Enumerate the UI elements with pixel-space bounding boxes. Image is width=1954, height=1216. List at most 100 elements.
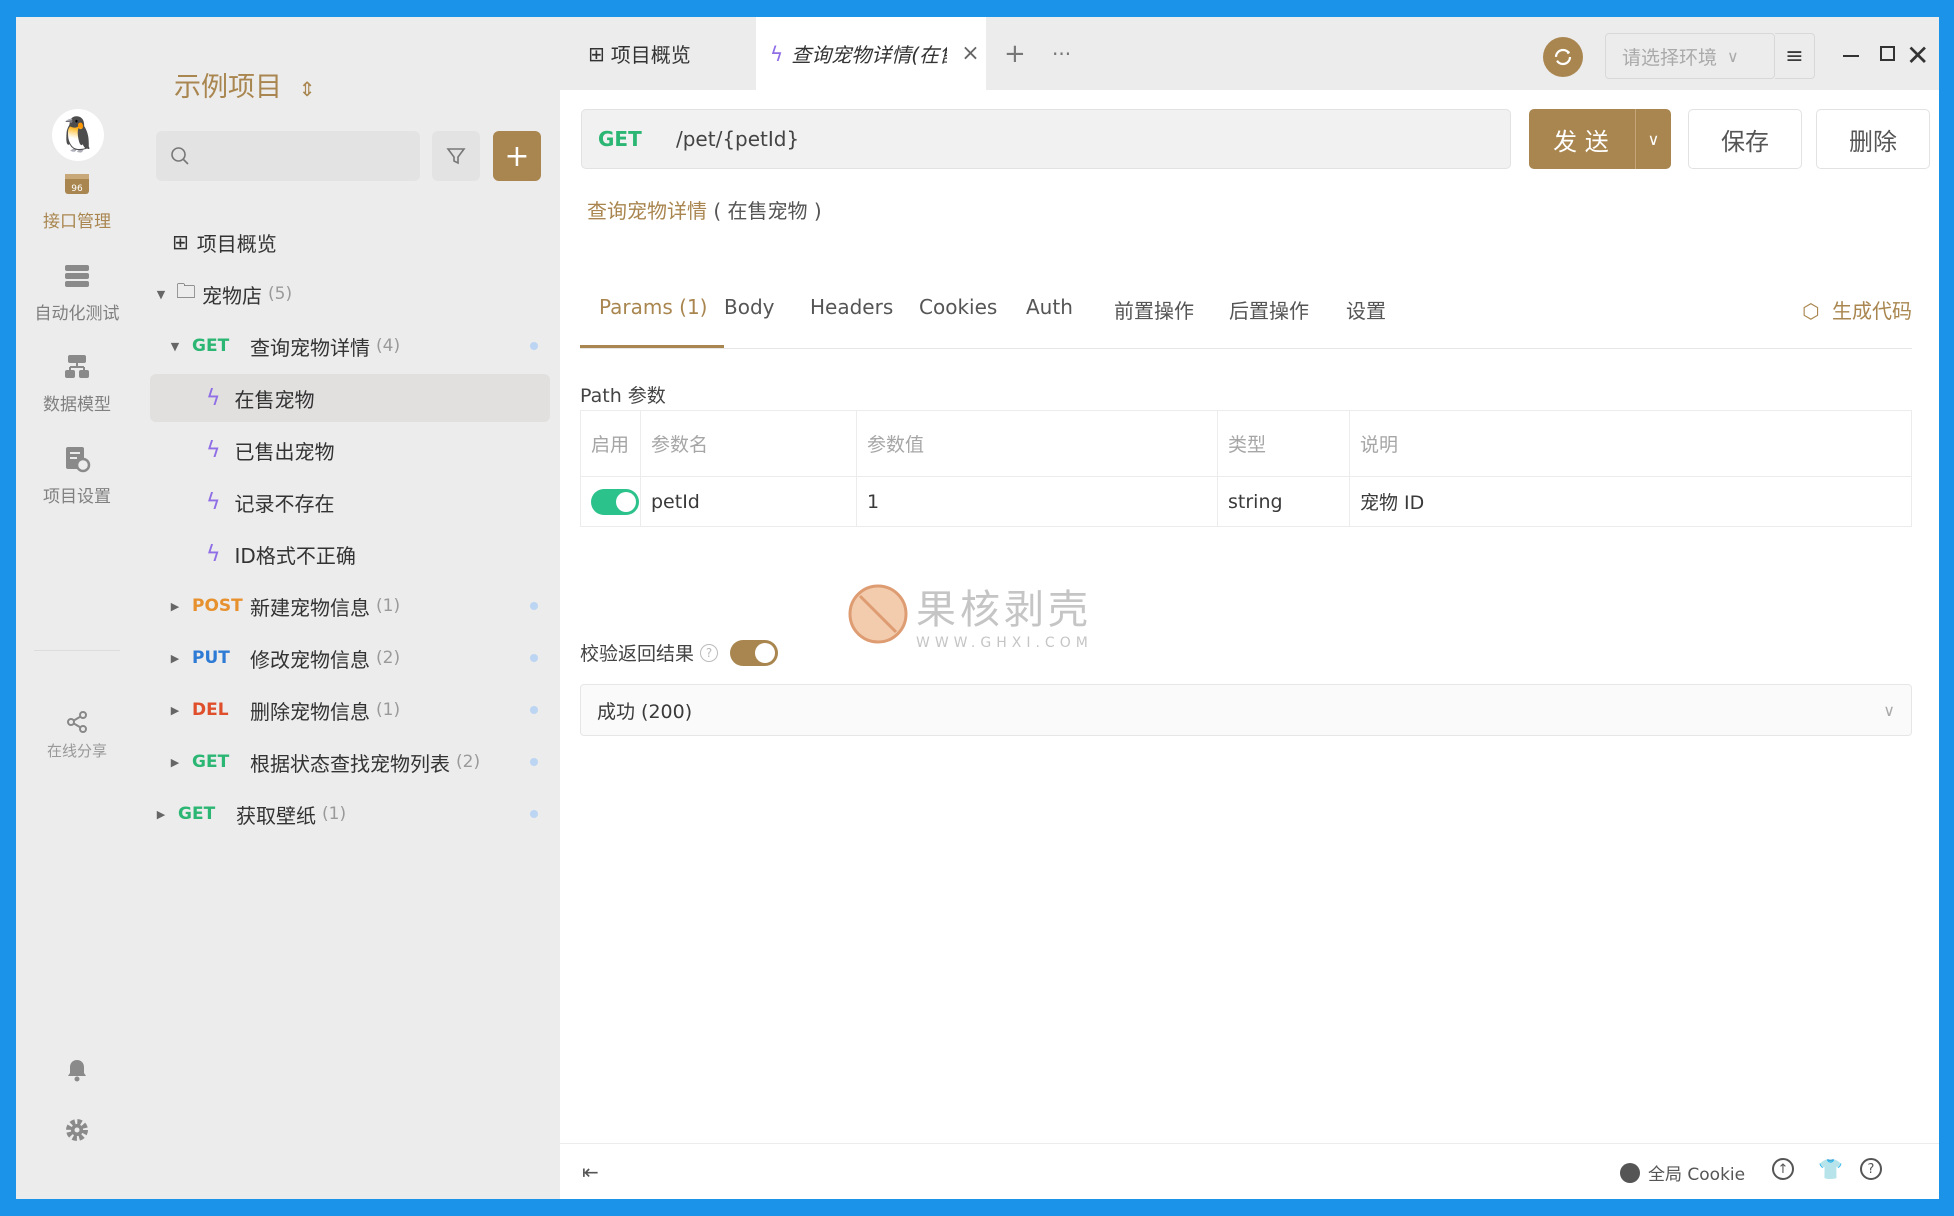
env-select[interactable]: 请选择环境 ∨	[1605, 33, 1775, 79]
cell-value[interactable]: 1	[856, 476, 1218, 527]
rail-item-automation[interactable]: 自动化测试	[16, 261, 138, 324]
caret-right-icon: ▶	[170, 703, 180, 717]
help-icon[interactable]: ?	[700, 643, 719, 662]
response-select[interactable]: 成功 (200) ∨	[580, 684, 1912, 736]
global-cookie-button[interactable]: 全局 Cookie	[1620, 1160, 1745, 1185]
url-input[interactable]: /pet/{petId}	[676, 127, 799, 151]
tab-bar: ⊞ 项目概览 ϟ 查询宠物详情(在售宠 × + ··· 请选择环境 ∨ ≡ ✕	[560, 17, 1939, 90]
tree-item-overview[interactable]: ⊞ 项目概览	[150, 218, 550, 266]
search-input[interactable]	[156, 131, 420, 181]
search-icon	[171, 147, 189, 165]
rail-item-data-model[interactable]: 数据模型	[16, 352, 138, 415]
tree-item-del-pet[interactable]: ▶ DEL 删除宠物信息 (1)	[150, 686, 550, 734]
delete-button[interactable]: 删除	[1816, 109, 1930, 169]
caret-right-icon: ▶	[170, 651, 180, 665]
avatar[interactable]: 🐧	[52, 109, 104, 161]
col-desc: 说明	[1349, 410, 1912, 477]
tree-item-put-pet[interactable]: ▶ PUT 修改宠物信息 (2)	[150, 634, 550, 682]
project-switcher[interactable]: 示例项目 ⇕	[174, 65, 315, 104]
caret-right-icon: ▶	[170, 599, 180, 613]
tree-case-sold[interactable]: ϟ 已售出宠物	[150, 426, 550, 474]
tree-item-post-pet[interactable]: ▶ POST 新建宠物信息 (1)	[150, 582, 550, 630]
sync-button[interactable]	[1543, 37, 1583, 77]
col-value: 参数值	[856, 410, 1218, 477]
env-menu-button[interactable]: ≡	[1775, 33, 1815, 79]
tab-settings[interactable]: 设置	[1346, 295, 1386, 324]
status-dot	[530, 342, 538, 350]
rail-item-project-settings[interactable]: 项目设置	[16, 444, 138, 507]
lightning-icon: ϟ	[206, 437, 221, 463]
help-circle-icon[interactable]: ?	[1860, 1158, 1882, 1180]
save-button[interactable]: 保存	[1688, 109, 1802, 169]
rail-item-share[interactable]: 在线分享	[16, 710, 138, 761]
main-panel: ⊞ 项目概览 ϟ 查询宠物详情(在售宠 × + ··· 请选择环境 ∨ ≡ ✕	[560, 17, 1939, 1199]
watermark: 果核剥壳 WWW.GHXI.COM	[846, 577, 1093, 651]
automation-icon	[65, 265, 89, 287]
path-params-table: 启用 参数名 参数值 类型 说明 petId 1 string 宠物 ID	[580, 410, 1912, 527]
minimize-button[interactable]	[1843, 55, 1859, 57]
tab-params[interactable]: Params (1)	[599, 295, 708, 319]
rail-item-api-manage[interactable]: 96 接口管理	[16, 169, 138, 232]
enable-toggle[interactable]	[591, 488, 639, 515]
cell-desc[interactable]: 宠物 ID	[1349, 476, 1912, 527]
tree-case-not-found[interactable]: ϟ 记录不存在	[150, 478, 550, 526]
new-tab-button[interactable]: +	[1004, 17, 1026, 90]
gear-icon[interactable]	[64, 1117, 90, 1143]
nav-rail: 🐧 96 接口管理 自动化测试 数据模型 项目设置 在线分享	[16, 17, 138, 1199]
tab-post-ops[interactable]: 后置操作	[1229, 295, 1309, 324]
tab-pre-ops[interactable]: 前置操作	[1114, 295, 1194, 324]
bell-icon[interactable]	[64, 1057, 90, 1083]
share-icon	[67, 711, 87, 733]
caret-down-icon: ▼	[170, 339, 180, 353]
tab-headers[interactable]: Headers	[810, 295, 893, 319]
tab-auth[interactable]: Auth	[1026, 295, 1073, 319]
data-model-icon	[65, 355, 89, 378]
updown-icon: ⇕	[298, 77, 316, 101]
lightning-icon: ϟ	[770, 41, 784, 66]
method-select[interactable]: GET	[598, 127, 676, 151]
filter-button[interactable]	[432, 131, 480, 181]
caret-down-icon: ▼	[156, 287, 166, 301]
tree-case-bad-id[interactable]: ϟ ID格式不正确	[150, 530, 550, 578]
lightning-icon: ϟ	[206, 489, 221, 515]
tree-case-on-sale[interactable]: ϟ 在售宠物	[150, 374, 550, 422]
validate-row: 校验返回结果 ?	[580, 639, 779, 666]
tree-item-find-by-status[interactable]: ▶ GET 根据状态查找宠物列表 (2)	[150, 738, 550, 786]
grid-icon: ⊞	[588, 41, 605, 66]
app-window: 🐧 96 接口管理 自动化测试 数据模型 项目设置 在线分享 示例项目 ⇕ + …	[16, 17, 1939, 1199]
upload-icon[interactable]: ↑	[1772, 1158, 1794, 1180]
tree-item-get-wallpaper[interactable]: ▶ GET 获取壁纸 (1)	[150, 790, 550, 838]
cell-type[interactable]: string	[1217, 476, 1350, 527]
api-name-link[interactable]: 查询宠物详情	[587, 199, 707, 223]
lightning-icon: ϟ	[206, 385, 221, 411]
close-icon[interactable]: ×	[961, 41, 979, 66]
maximize-button[interactable]	[1880, 46, 1895, 61]
cell-name[interactable]: petId	[640, 476, 857, 527]
caret-right-icon: ▶	[156, 807, 166, 821]
menu-icon: ≡	[1785, 43, 1804, 69]
collapse-panel-icon[interactable]: ⇤	[582, 1160, 599, 1184]
table-row: petId 1 string 宠物 ID	[580, 476, 1912, 527]
col-type: 类型	[1217, 410, 1350, 477]
tree-folder-petstore[interactable]: ▼ 🗀 宠物店 (5)	[150, 270, 550, 318]
lightning-icon: ϟ	[206, 541, 221, 567]
tab-cookies[interactable]: Cookies	[919, 295, 997, 319]
more-tabs-button[interactable]: ···	[1052, 17, 1071, 90]
close-window-button[interactable]: ✕	[1906, 39, 1929, 72]
shirt-icon[interactable]: 👕	[1818, 1157, 1843, 1181]
caret-right-icon: ▶	[170, 755, 180, 769]
chevron-down-icon[interactable]: ∨	[1635, 109, 1671, 169]
status-dot	[530, 602, 538, 610]
filter-icon	[446, 148, 466, 165]
add-button[interactable]: +	[493, 131, 541, 181]
url-bar[interactable]: GET /pet/{petId}	[581, 109, 1511, 169]
send-button[interactable]: 发 送 ∨	[1529, 109, 1671, 169]
validate-toggle[interactable]	[730, 639, 779, 666]
cookie-icon	[1620, 1162, 1640, 1183]
tab-project-overview[interactable]: ⊞ 项目概览	[572, 17, 707, 90]
generate-code-button[interactable]: ⬡ 生成代码	[1802, 295, 1912, 324]
tree-item-get-pet-detail[interactable]: ▼ GET 查询宠物详情 (4)	[150, 322, 550, 370]
status-dot	[530, 706, 538, 714]
tab-pet-detail[interactable]: ϟ 查询宠物详情(在售宠 ×	[756, 17, 986, 90]
tab-body[interactable]: Body	[724, 295, 775, 319]
